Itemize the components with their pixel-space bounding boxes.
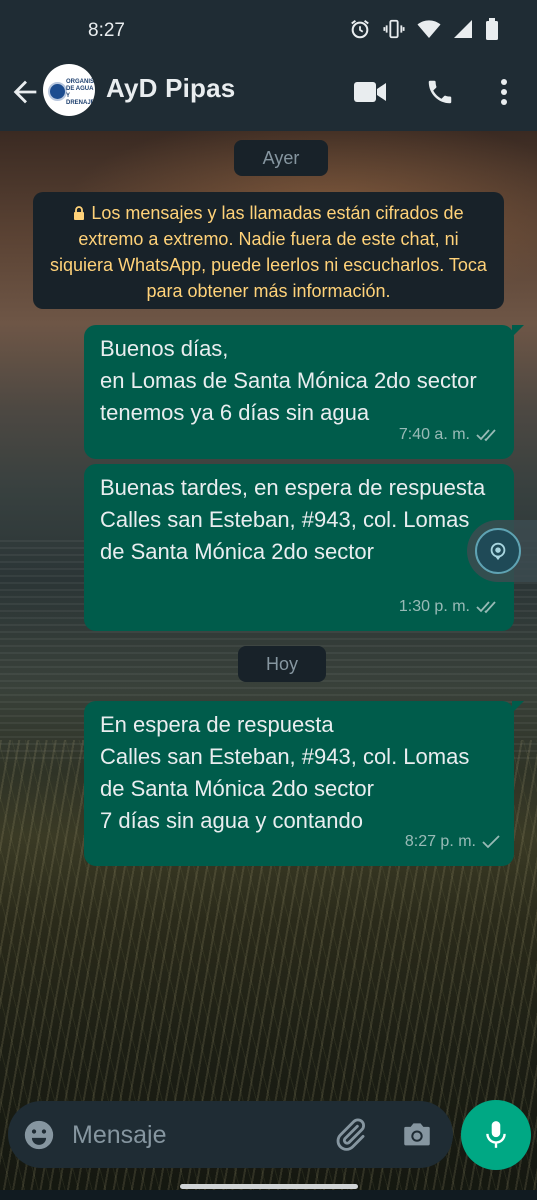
attach-icon[interactable]: [334, 1117, 368, 1151]
message-composer: [8, 1101, 453, 1168]
back-arrow-icon[interactable]: [8, 75, 42, 109]
message-input[interactable]: [72, 1113, 312, 1157]
message-text: En espera de respuesta Calles san Esteba…: [100, 712, 470, 833]
bubble-tail: [512, 701, 524, 713]
video-call-button[interactable]: [352, 74, 388, 110]
avatar-logo-text: ORGANISMO DE AGUA Y DRENAJE: [66, 79, 95, 106]
alarm-icon: [351, 19, 369, 39]
microphone-icon: [486, 1121, 506, 1148]
emoji-icon[interactable]: [22, 1118, 56, 1152]
status-icons: [349, 18, 499, 40]
bubble-tail: [512, 325, 524, 337]
avatar[interactable]: ORGANISMO DE AGUA Y DRENAJE: [43, 64, 95, 116]
floating-chat-head-button[interactable]: [467, 520, 537, 582]
message-text: Buenos días, en Lomas de Santa Mónica 2d…: [100, 336, 477, 425]
gesture-nav-handle[interactable]: [180, 1184, 358, 1189]
message-text: Buenas tardes, en espera de respuesta Ca…: [100, 475, 486, 564]
message-meta: 7:40 a. m.: [399, 419, 500, 451]
video-call-icon: [354, 82, 386, 102]
message-bubble[interactable]: Buenos días, en Lomas de Santa Mónica 2d…: [84, 325, 524, 459]
message-time: 7:40 a. m.: [398, 426, 470, 443]
single-check-icon: [482, 835, 500, 849]
chat-head-icon: [475, 528, 521, 574]
message-time: 8:27 p. m.: [404, 833, 476, 850]
date-chip-yesterday: Ayer: [234, 140, 328, 176]
avatar-logo-icon: [48, 82, 67, 101]
vibrate-icon: [383, 19, 405, 39]
encryption-notice-text: Los mensajes y las llamadas están cifrad…: [50, 203, 487, 301]
message-meta: 8:27 p. m.: [405, 826, 500, 858]
message-time: 1:30 p. m.: [398, 598, 470, 615]
encryption-notice[interactable]: Los mensajes y las llamadas están cifrad…: [33, 192, 504, 309]
date-chip-today: Hoy: [238, 646, 326, 682]
chat-header: ORGANISMO DE AGUA Y DRENAJE AyD Pipas: [0, 62, 537, 131]
message-meta: 1:30 p. m.: [399, 591, 500, 623]
bottom-strip: [0, 1190, 537, 1200]
double-check-icon: [476, 601, 496, 614]
status-bar: 8:27: [0, 0, 537, 62]
message-bubble[interactable]: Buenas tardes, en espera de respuesta Ca…: [84, 464, 514, 631]
double-check-icon: [476, 429, 496, 442]
more-options-icon: [501, 79, 507, 105]
status-time: 8:27: [88, 20, 125, 41]
camera-icon[interactable]: [400, 1117, 434, 1151]
wifi-icon: [417, 20, 441, 38]
battery-icon: [486, 18, 498, 40]
signal-icon: [454, 20, 472, 38]
voice-call-button[interactable]: [422, 74, 458, 110]
lock-icon: [74, 206, 85, 220]
more-options-button[interactable]: [486, 74, 522, 110]
voice-call-icon: [428, 80, 452, 104]
voice-message-button[interactable]: [461, 1100, 531, 1170]
chat-title[interactable]: AyD Pipas: [106, 73, 235, 104]
message-bubble[interactable]: En espera de respuesta Calles san Esteba…: [84, 701, 524, 866]
